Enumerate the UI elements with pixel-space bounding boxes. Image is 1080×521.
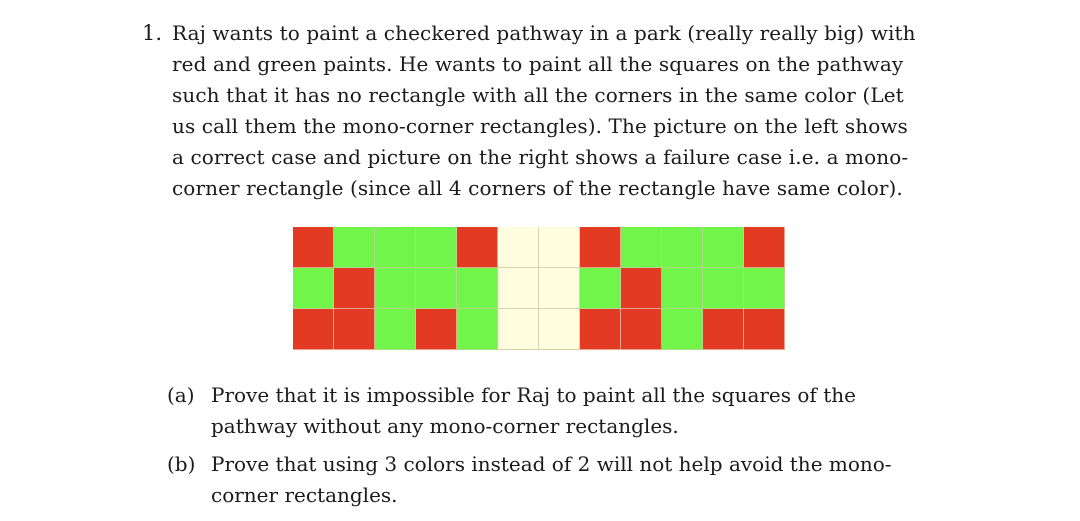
- grid-cell-blank: [539, 268, 580, 309]
- grid-cell-green: [375, 227, 416, 268]
- grid-cell-green: [457, 309, 498, 350]
- grid-cell-red: [457, 227, 498, 268]
- grid-cell-red: [744, 227, 785, 268]
- grid-cell-green: [375, 309, 416, 350]
- subpart-line: Prove that it is impossible for Raj to p…: [211, 383, 856, 407]
- grid-cell-red: [580, 309, 621, 350]
- statement-line: a correct case and picture on the right …: [172, 145, 909, 169]
- grid-cell-green: [662, 268, 703, 309]
- grid-cell-red: [334, 309, 375, 350]
- problem-number: 1.: [142, 21, 163, 45]
- grid-cell-red: [334, 268, 375, 309]
- subpart-line: corner rectangles.: [211, 483, 398, 507]
- grid-cell-red: [416, 309, 457, 350]
- grid-cell-red: [621, 268, 662, 309]
- grid-cell-green: [375, 268, 416, 309]
- checkered-pathway-figure: [293, 227, 785, 350]
- grid-cell-red: [744, 309, 785, 350]
- grid-cell-green: [416, 227, 457, 268]
- statement-line: us call them the mono-corner rectangles)…: [172, 114, 908, 138]
- statement-line: Raj wants to paint a checkered pathway i…: [172, 21, 916, 45]
- grid-cell-green: [703, 227, 744, 268]
- statement-line: corner rectangle (since all 4 corners of…: [172, 176, 903, 200]
- grid-cell-green: [703, 268, 744, 309]
- grid-cell-red: [293, 227, 334, 268]
- grid-cell-green: [457, 268, 498, 309]
- grid-cell-green: [662, 309, 703, 350]
- grid-cell-green: [293, 268, 334, 309]
- grid-cell-green: [662, 227, 703, 268]
- grid-cell-red: [621, 309, 662, 350]
- grid-cell-green: [334, 227, 375, 268]
- grid-cell-blank: [498, 227, 539, 268]
- subpart-text: Prove that using 3 colors instead of 2 w…: [211, 449, 892, 511]
- subpart-line: pathway without any mono-corner rectangl…: [211, 414, 679, 438]
- grid-cell-blank: [539, 227, 580, 268]
- grid-cell-green: [621, 227, 662, 268]
- subpart-line: Prove that using 3 colors instead of 2 w…: [211, 452, 892, 476]
- subpart-label: (a): [167, 383, 195, 407]
- grid-cell-blank: [498, 309, 539, 350]
- subpart-label: (b): [167, 452, 196, 476]
- subpart-text: Prove that it is impossible for Raj to p…: [211, 380, 856, 442]
- grid-cell-green: [580, 268, 621, 309]
- statement-line: red and green paints. He wants to paint …: [172, 52, 904, 76]
- grid-cell-blank: [498, 268, 539, 309]
- statement-line: such that it has no rectangle with all t…: [172, 83, 904, 107]
- grid-cell-green: [744, 268, 785, 309]
- grid-cell-red: [580, 227, 621, 268]
- grid-cell-red: [703, 309, 744, 350]
- grid-cell-red: [293, 309, 334, 350]
- grid-cell-blank: [539, 309, 580, 350]
- grid-cell-green: [416, 268, 457, 309]
